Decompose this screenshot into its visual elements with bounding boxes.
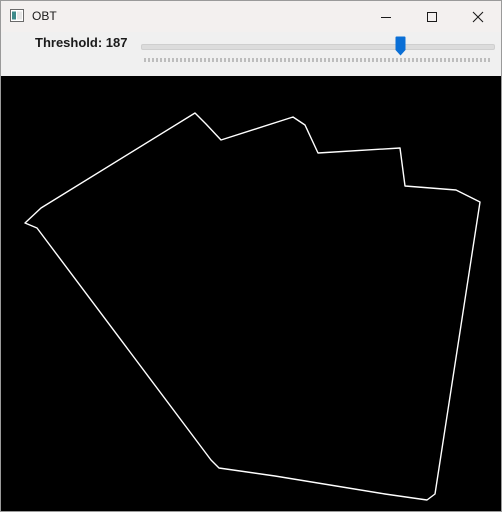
maximize-icon: [427, 11, 437, 22]
threshold-label: Threshold: 187: [35, 35, 128, 50]
minimize-button[interactable]: [363, 1, 409, 32]
maximize-button[interactable]: [409, 1, 455, 32]
threshold-toolbar: Threshold: 187: [1, 32, 501, 76]
threshold-slider-thumb[interactable]: [395, 36, 406, 56]
title-bar[interactable]: OBT: [1, 1, 501, 32]
card-edge-image: [24, 112, 481, 501]
minimize-icon: [381, 16, 391, 18]
close-button[interactable]: [455, 1, 501, 32]
close-icon: [472, 11, 484, 22]
app-window: OBT Threshold: 187: [0, 0, 502, 512]
threshold-slider-ticks: [144, 58, 490, 62]
threshold-slider-track[interactable]: [141, 44, 495, 50]
edge-image-canvas: [1, 76, 501, 511]
app-icon: [10, 9, 24, 22]
card-edges-outline: [24, 112, 481, 501]
window-title: OBT: [32, 9, 57, 23]
